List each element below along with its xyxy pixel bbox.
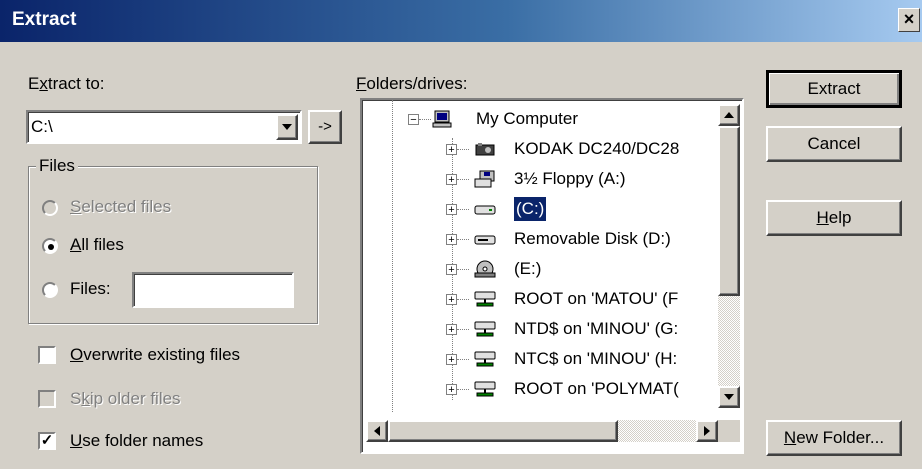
tree-item[interactable]: + (E:) — [362, 254, 714, 284]
tree-item-label: My Computer — [476, 109, 579, 128]
expand-icon[interactable]: + — [446, 204, 457, 216]
combobox-dropdown-button[interactable] — [276, 114, 298, 140]
tree-connector — [457, 299, 469, 300]
tree-item[interactable]: + (C:) — [362, 194, 714, 224]
tree-item-label: KODAK DC240/DC28 — [514, 139, 680, 158]
expand-icon[interactable]: + — [446, 324, 457, 336]
tree-connector — [457, 389, 469, 390]
close-icon: × — [903, 9, 915, 29]
radio-selected-dot — [48, 244, 54, 250]
selected-files-label: Selected files — [70, 197, 172, 216]
tree-item-label: ROOT on 'POLYMAT( — [514, 379, 679, 398]
files-pattern-radio[interactable] — [42, 282, 58, 298]
extract-to-value: C:\ — [31, 117, 53, 136]
arrow-down-icon — [724, 394, 734, 400]
all-files-radio[interactable] — [42, 238, 58, 254]
computer-icon — [432, 110, 452, 128]
horizontal-scroll-thumb[interactable] — [388, 420, 618, 442]
overwrite-label: Overwrite existing files — [70, 345, 241, 364]
expand-icon[interactable]: + — [446, 234, 457, 246]
network-drive-icon — [474, 321, 496, 337]
tree-connector — [457, 269, 469, 270]
collapse-icon[interactable]: − — [408, 114, 419, 126]
chevron-down-icon — [282, 124, 292, 130]
extract-to-label: Extract to: — [28, 74, 105, 93]
expand-icon[interactable]: + — [446, 354, 457, 366]
use-folder-names-label: Use folder names — [70, 431, 204, 450]
scroll-up-button[interactable] — [718, 104, 740, 126]
tree-item[interactable]: +3½ Floppy (A:) — [362, 164, 714, 194]
title-bar[interactable] — [0, 0, 922, 42]
tree-connector — [457, 329, 469, 330]
tree-connector — [457, 209, 469, 210]
scrollbar-corner — [718, 420, 740, 442]
expand-icon[interactable]: + — [446, 174, 457, 186]
tree-item-label: 3½ Floppy (A:) — [514, 169, 626, 188]
tree-item-label: Removable Disk (D:) — [514, 229, 671, 248]
folders-label: Folders/drives: — [356, 74, 468, 93]
window-title: Extract — [12, 9, 77, 30]
tree-item[interactable]: + ROOT on 'POLYMAT( — [362, 374, 714, 404]
scroll-down-button[interactable] — [718, 386, 740, 408]
folder-tree[interactable]: − My Computer + KODAK DC240/DC28 +3½ Floppy … — [360, 98, 744, 454]
network-drive-icon — [474, 291, 496, 307]
files-pattern-label: Files: — [70, 279, 111, 298]
camera-icon — [475, 143, 495, 156]
new-folder-button[interactable]: New Folder... — [766, 420, 902, 456]
tree-item-label: (E:) — [514, 259, 542, 278]
use-folder-names-checkbox[interactable]: ✓ — [38, 432, 56, 450]
arrow-right-icon — [704, 426, 710, 436]
tree-item[interactable]: + NTC$ on 'MINOU' (H: — [362, 344, 714, 374]
files-pattern-input[interactable] — [132, 272, 294, 308]
cancel-button[interactable]: Cancel — [766, 126, 902, 162]
network-drive-icon — [474, 351, 496, 367]
help-button[interactable]: Help — [766, 200, 902, 236]
tree-item-label: (C:) — [512, 196, 548, 222]
arrow-left-icon — [374, 426, 380, 436]
go-button[interactable]: -> — [308, 110, 342, 144]
expand-icon[interactable]: + — [446, 384, 457, 396]
tree-item-label: ROOT on 'MATOU' (F — [514, 289, 679, 308]
cd-drive-icon — [474, 260, 496, 278]
extract-button[interactable]: Extract — [766, 70, 902, 108]
vertical-scroll-thumb[interactable] — [718, 126, 740, 296]
tree-item[interactable]: + Removable Disk (D:) — [362, 224, 714, 254]
hard-drive-icon — [474, 205, 496, 215]
tree-connector — [457, 239, 469, 240]
floppy-icon — [474, 170, 495, 188]
removable-disk-icon — [474, 235, 496, 245]
tree-item[interactable]: + ROOT on 'MATOU' (F — [362, 284, 714, 314]
tree-connector — [457, 359, 469, 360]
skip-older-label: Skip older files — [70, 389, 181, 408]
tree-item-label: NTC$ on 'MINOU' (H: — [514, 349, 678, 368]
close-button[interactable]: × — [898, 8, 920, 32]
arrow-up-icon — [724, 112, 734, 118]
selected-files-radio[interactable] — [42, 200, 58, 216]
skip-older-checkbox[interactable] — [38, 390, 56, 408]
expand-icon[interactable]: + — [446, 294, 457, 306]
network-drive-icon — [474, 381, 496, 397]
checkmark-icon: ✓ — [40, 432, 54, 449]
tree-connector — [457, 179, 469, 180]
overwrite-checkbox[interactable] — [38, 346, 56, 364]
tree-connector — [419, 119, 431, 120]
expand-icon[interactable]: + — [446, 144, 457, 156]
scroll-right-button[interactable] — [696, 420, 718, 442]
tree-item[interactable]: + KODAK DC240/DC28 — [362, 134, 714, 164]
tree-item[interactable]: + NTD$ on 'MINOU' (G: — [362, 314, 714, 344]
expand-icon[interactable]: + — [446, 264, 457, 276]
scroll-left-button[interactable] — [366, 420, 388, 442]
tree-connector — [457, 149, 469, 150]
extract-to-combobox[interactable]: C:\ — [26, 110, 302, 144]
all-files-label: All files — [70, 235, 124, 254]
tree-item[interactable]: − My Computer — [362, 104, 714, 134]
files-group-legend: Files — [36, 156, 78, 176]
tree-item-label: NTD$ on 'MINOU' (G: — [514, 319, 679, 338]
